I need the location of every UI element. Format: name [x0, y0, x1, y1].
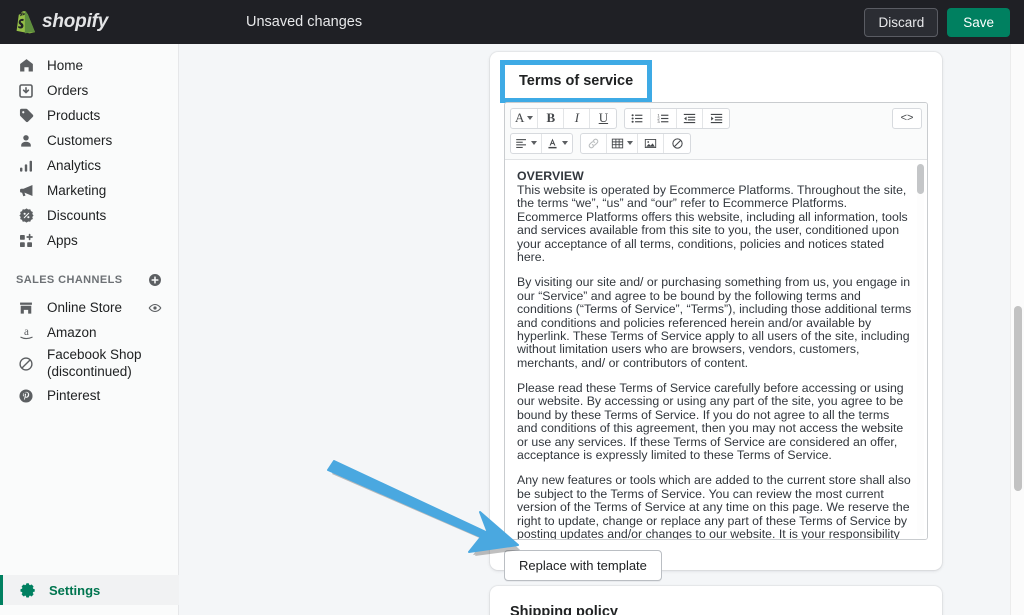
rich-text-editor[interactable]: A B I U 123 <> OVERVIEW This website is …	[504, 102, 928, 540]
storefront-icon	[16, 298, 36, 318]
replace-with-template-button[interactable]: Replace with template	[504, 550, 662, 581]
underline-icon[interactable]: U	[590, 109, 616, 128]
marketing-megaphone-icon	[16, 181, 36, 201]
sidebar-item-label: Marketing	[47, 182, 107, 198]
sidebar-item-label: Home	[47, 57, 84, 73]
gear-icon	[18, 580, 38, 600]
chevron-down-icon	[627, 141, 633, 145]
home-icon	[16, 56, 36, 76]
discount-badge-icon	[16, 206, 36, 226]
save-button[interactable]: Save	[947, 7, 1010, 37]
main-content: Terms of service A B I U 1 2 3 <> OVERVI…	[180, 44, 1010, 615]
bold-icon[interactable]: B	[538, 108, 565, 128]
text-color-icon[interactable]	[542, 134, 572, 153]
chevron-down-icon	[527, 116, 534, 120]
table-icon[interactable]	[607, 133, 638, 153]
toolbar-row-2	[510, 132, 922, 154]
shipping-policy-title: Shipping policy	[510, 604, 618, 615]
page-scrollbar[interactable]	[1010, 44, 1024, 615]
shipping-policy-card: Shipping policy	[490, 586, 942, 615]
document-paragraph: Any new features or tools which are adde…	[517, 473, 911, 540]
page-scrollbar-thumb[interactable]	[1014, 306, 1022, 491]
sidebar-item-label: Apps	[47, 232, 78, 248]
sidebar-navigation: Home Orders Products Customers Analytics…	[0, 44, 179, 615]
sidebar-item-products[interactable]: Products	[8, 103, 170, 128]
outdent-icon[interactable]	[677, 108, 704, 128]
svg-text:3: 3	[658, 119, 661, 124]
numbered-list-icon[interactable]: 123	[651, 108, 678, 128]
amazon-a-icon: a	[16, 323, 36, 343]
indent-icon[interactable]	[703, 109, 729, 128]
sidebar-item-label: Discounts	[47, 207, 107, 223]
clear-formatting-icon[interactable]	[664, 134, 690, 153]
top-bar: shopify Unsaved changes Discard Save	[0, 0, 1024, 44]
terms-of-service-title-highlight: Terms of service	[500, 60, 653, 103]
font-style-icon[interactable]: A	[511, 108, 539, 128]
sidebar-item-label: Settings	[49, 582, 101, 598]
plus-circle-icon[interactable]	[148, 273, 162, 287]
shopify-bag-icon	[16, 10, 35, 33]
align-left-icon[interactable]	[511, 133, 542, 153]
document-paragraph: Please read these Terms of Service caref…	[517, 381, 904, 463]
align-color-group	[510, 132, 573, 154]
sidebar-item-apps[interactable]: Apps	[8, 228, 170, 253]
sidebar-item-facebook-shop[interactable]: Facebook Shop (discontinued)	[8, 345, 170, 383]
sidebar-item-analytics[interactable]: Analytics	[8, 153, 170, 178]
italic-icon[interactable]: I	[564, 108, 591, 128]
terms-of-service-card: Terms of service A B I U 1 2 3 <> OVERVI…	[490, 52, 942, 581]
svg-text:a: a	[24, 326, 29, 338]
sidebar-item-label: Facebook Shop (discontinued)	[47, 347, 142, 379]
toolbar-row-1: A B I U 123 <>	[510, 107, 922, 129]
orders-inbox-icon	[16, 81, 36, 101]
sidebar-item-label: Pinterest	[47, 387, 101, 403]
eye-icon[interactable]	[148, 301, 162, 315]
page-title: Terms of service	[519, 73, 634, 89]
sidebar-item-label: Products	[47, 107, 101, 123]
sidebar-item-label: Customers	[47, 132, 113, 148]
bulleted-list-icon[interactable]	[625, 108, 652, 128]
sidebar-item-discounts[interactable]: Discounts	[8, 203, 170, 228]
sidebar-item-customers[interactable]: Customers	[8, 128, 170, 153]
pinterest-icon	[16, 386, 36, 406]
document-paragraph: This website is operated by Ecommerce Pl…	[517, 183, 908, 264]
unsaved-changes-status: Unsaved changes	[246, 14, 363, 30]
sidebar-item-pinterest[interactable]: Pinterest	[8, 383, 170, 408]
sidebar-item-label: Amazon	[47, 324, 97, 340]
link-icon[interactable]	[581, 133, 607, 153]
apps-grid-plus-icon	[16, 231, 36, 251]
chevron-down-icon	[531, 141, 537, 145]
sidebar-item-online-store[interactable]: Online Store	[8, 295, 170, 320]
section-title: SALES CHANNELS	[16, 274, 123, 286]
sidebar-item-label: Orders	[47, 82, 89, 98]
shopify-logo[interactable]: shopify	[14, 10, 179, 34]
insert-image-icon[interactable]	[638, 133, 664, 153]
no-entry-icon	[16, 354, 36, 374]
sales-channels-section-header: SALES CHANNELS	[16, 271, 162, 289]
list-indent-group: 123	[624, 107, 731, 129]
editor-document-body[interactable]: OVERVIEW This website is operated by Eco…	[505, 160, 927, 540]
sidebar-item-marketing[interactable]: Marketing	[8, 178, 170, 203]
discard-button[interactable]: Discard	[864, 7, 939, 37]
sidebar-item-label: Online Store	[47, 299, 123, 315]
sidebar-item-label: Analytics	[47, 157, 102, 173]
document-heading: OVERVIEW	[517, 169, 584, 183]
brand-name: shopify	[42, 11, 109, 32]
text-format-group: A B I U	[510, 107, 618, 129]
html-code-icon[interactable]: <>	[892, 107, 922, 129]
sidebar-item-orders[interactable]: Orders	[8, 78, 170, 103]
insert-group	[580, 132, 691, 154]
document-paragraph: By visiting our site and/ or purchasing …	[517, 275, 912, 370]
editor-scrollbar-thumb[interactable]	[917, 164, 924, 194]
customer-person-icon	[16, 131, 36, 151]
sidebar-item-amazon[interactable]: a Amazon	[8, 320, 170, 345]
sidebar-item-settings[interactable]: Settings	[0, 575, 179, 605]
product-tag-icon	[16, 106, 36, 126]
sidebar-item-home[interactable]: Home	[8, 53, 170, 78]
topbar-actions: Discard Save	[864, 7, 1010, 37]
editor-toolbar: A B I U 123 <>	[505, 103, 927, 160]
chevron-down-icon	[562, 141, 568, 145]
editor-scrollbar[interactable]	[917, 164, 924, 536]
analytics-bars-icon	[16, 156, 36, 176]
